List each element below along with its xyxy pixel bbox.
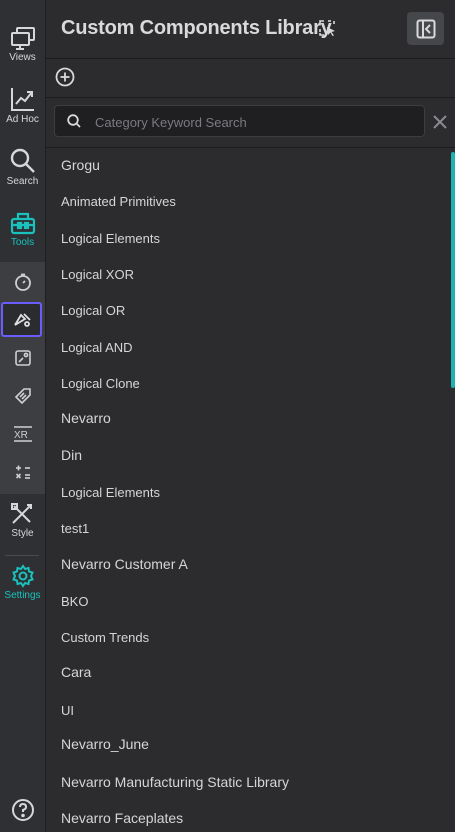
tool-tag[interactable] [0,378,45,414]
list-item[interactable]: Nevarro_June [61,736,149,752]
design-pen-icon [13,312,31,327]
panel-header: Custom Components Library [46,0,455,59]
tool-timer[interactable] [0,264,45,300]
list-item[interactable]: Custom Trends [61,630,149,645]
panel-title: Custom Components Library [61,17,332,39]
list-item[interactable]: Logical AND [61,340,133,355]
list-item[interactable]: Nevarro Customer A [61,556,188,572]
nav-search-label: Search [6,176,39,187]
tool-calculator[interactable] [0,454,45,490]
list-item[interactable]: UI [61,703,74,718]
nav-tools[interactable]: Tools [0,211,45,249]
calculator-icon [15,465,30,479]
list-item[interactable]: test1 [61,521,89,536]
list-item[interactable]: BKO [61,594,88,609]
list-item[interactable]: Logical Elements [61,485,160,500]
svg-text:XR: XR [14,430,28,441]
search-icon [10,148,35,173]
search-icon [67,114,81,128]
component-icon [14,350,31,366]
toolbox-icon [10,212,35,235]
nav-adhoc[interactable]: Ad Hoc [0,86,45,126]
nav-tools-label: Tools [10,237,35,248]
list-item[interactable]: Cara [61,664,91,680]
style-tools-icon [10,503,32,524]
nav-style[interactable]: Style [0,502,45,540]
list-item[interactable]: Nevarro Manufacturing Static Library [61,774,289,790]
tool-xr[interactable]: XR [0,416,45,452]
list-item[interactable]: Logical Elements [61,231,160,246]
monitor-stack-icon [10,27,35,50]
list-item[interactable]: Logical XOR [61,267,134,282]
help-icon [11,799,34,821]
list-item[interactable]: Grogu [61,157,100,173]
select-region-icon[interactable] [319,20,337,36]
panel-collapse-icon [416,19,435,38]
panel-toolbar [46,59,455,98]
close-icon[interactable] [432,114,448,130]
collapse-panel-button[interactable] [407,12,444,45]
search-row [46,98,455,148]
nav-rail: Views Ad Hoc Search Tools XR Style Setti… [0,0,46,832]
tool-component[interactable] [0,340,45,376]
list-item[interactable]: Logical OR [61,303,125,318]
nav-views[interactable]: Views [0,26,45,64]
gear-icon [11,564,34,588]
nav-views-label: Views [9,52,36,63]
custom-components-panel: Custom Components Library Grogu Animated… [46,0,455,832]
timer-icon [14,273,31,291]
nav-search[interactable]: Search [0,148,45,188]
nav-style-label: Style [11,528,34,539]
list-scrollbar[interactable] [451,152,455,388]
list-item[interactable]: Nevarro [61,410,111,426]
tools-subgroup: XR [0,262,45,494]
nav-divider [5,555,39,556]
help-button[interactable] [0,798,45,822]
xr-icon: XR [13,426,32,442]
category-search-input[interactable] [93,110,417,134]
search-box [54,105,425,137]
tag-edit-icon [14,388,31,405]
add-category-icon[interactable] [55,67,75,87]
list-item[interactable]: Animated Primitives [61,194,176,209]
list-item[interactable]: Nevarro Faceplates [61,810,183,826]
nav-settings-label: Settings [4,590,41,601]
tool-design[interactable] [1,302,42,337]
category-list: Grogu Animated Primitives Logical Elemen… [46,148,455,832]
list-item[interactable]: Din [61,447,82,463]
nav-settings[interactable]: Settings [0,564,45,602]
trend-chart-icon [10,88,34,111]
list-item[interactable]: Logical Clone [61,376,140,391]
nav-adhoc-label: Ad Hoc [6,114,39,125]
